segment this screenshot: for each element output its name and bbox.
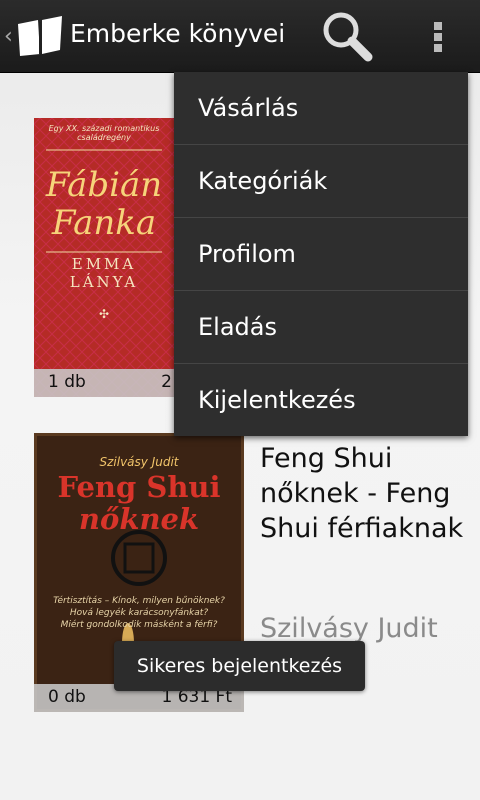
- cover-title-line1: Feng Shui: [57, 470, 221, 504]
- cover-name-line2: Fanka: [51, 203, 157, 243]
- book-author: Szilvásy Judit: [260, 613, 438, 644]
- search-button[interactable]: [316, 6, 380, 66]
- cover-author: Szilvásy Judit: [99, 455, 179, 469]
- overflow-menu-button[interactable]: [418, 12, 458, 60]
- cover-blurb-3: Miért gondolkodik másként a férfi?: [60, 620, 218, 630]
- open-book-icon: [18, 16, 62, 56]
- menu-item-vasarlas[interactable]: Vásárlás: [174, 72, 468, 145]
- app-title: Emberke könyvei: [70, 19, 286, 48]
- cover-blurb-2: Hová legyék karácsonyfánkat?: [69, 608, 209, 618]
- menu-item-profilom[interactable]: Profilom: [174, 218, 468, 291]
- cover-subtitle-line2: LÁNYA: [69, 273, 139, 291]
- menu-item-kategoriak[interactable]: Kategóriák: [174, 145, 468, 218]
- menu-item-kijelentkezes[interactable]: Kijelentkezés: [174, 364, 468, 436]
- book-cover: ✣ Egy XX. századi romantikus családregén…: [34, 118, 174, 397]
- search-icon: [323, 12, 373, 62]
- cover-blurb-1: Tértisztítás – Kínok, milyen bűnöknek?: [53, 596, 225, 606]
- book-quantity: 0 db: [48, 687, 86, 707]
- menu-item-eladas[interactable]: Eladás: [174, 291, 468, 364]
- up-chevron-icon: ‹: [4, 24, 13, 49]
- cover-title-line2: nőknek: [78, 502, 200, 536]
- home-up-button[interactable]: ‹: [0, 8, 68, 64]
- book-quantity: 1 db: [48, 372, 86, 392]
- book-title: Feng Shui nőknek - Feng Shui férfiaknak: [260, 443, 464, 544]
- cover-info-strip: 1 db 2: [34, 369, 174, 397]
- cover-subtitle-line1: EMMA: [71, 255, 137, 273]
- overflow-popup-menu: Vásárlás Kategóriák Profilom Eladás Kije…: [174, 72, 468, 436]
- svg-text:✣: ✣: [99, 307, 109, 321]
- toast-message: Sikeres bejelentkezés: [114, 641, 365, 691]
- cover-name-line1: Fábián: [45, 165, 163, 205]
- cover-tagline: Egy XX. századi romantikus családregény: [48, 124, 160, 142]
- action-bar: ‹ Emberke könyvei: [0, 0, 480, 73]
- book-price: 2: [161, 372, 172, 392]
